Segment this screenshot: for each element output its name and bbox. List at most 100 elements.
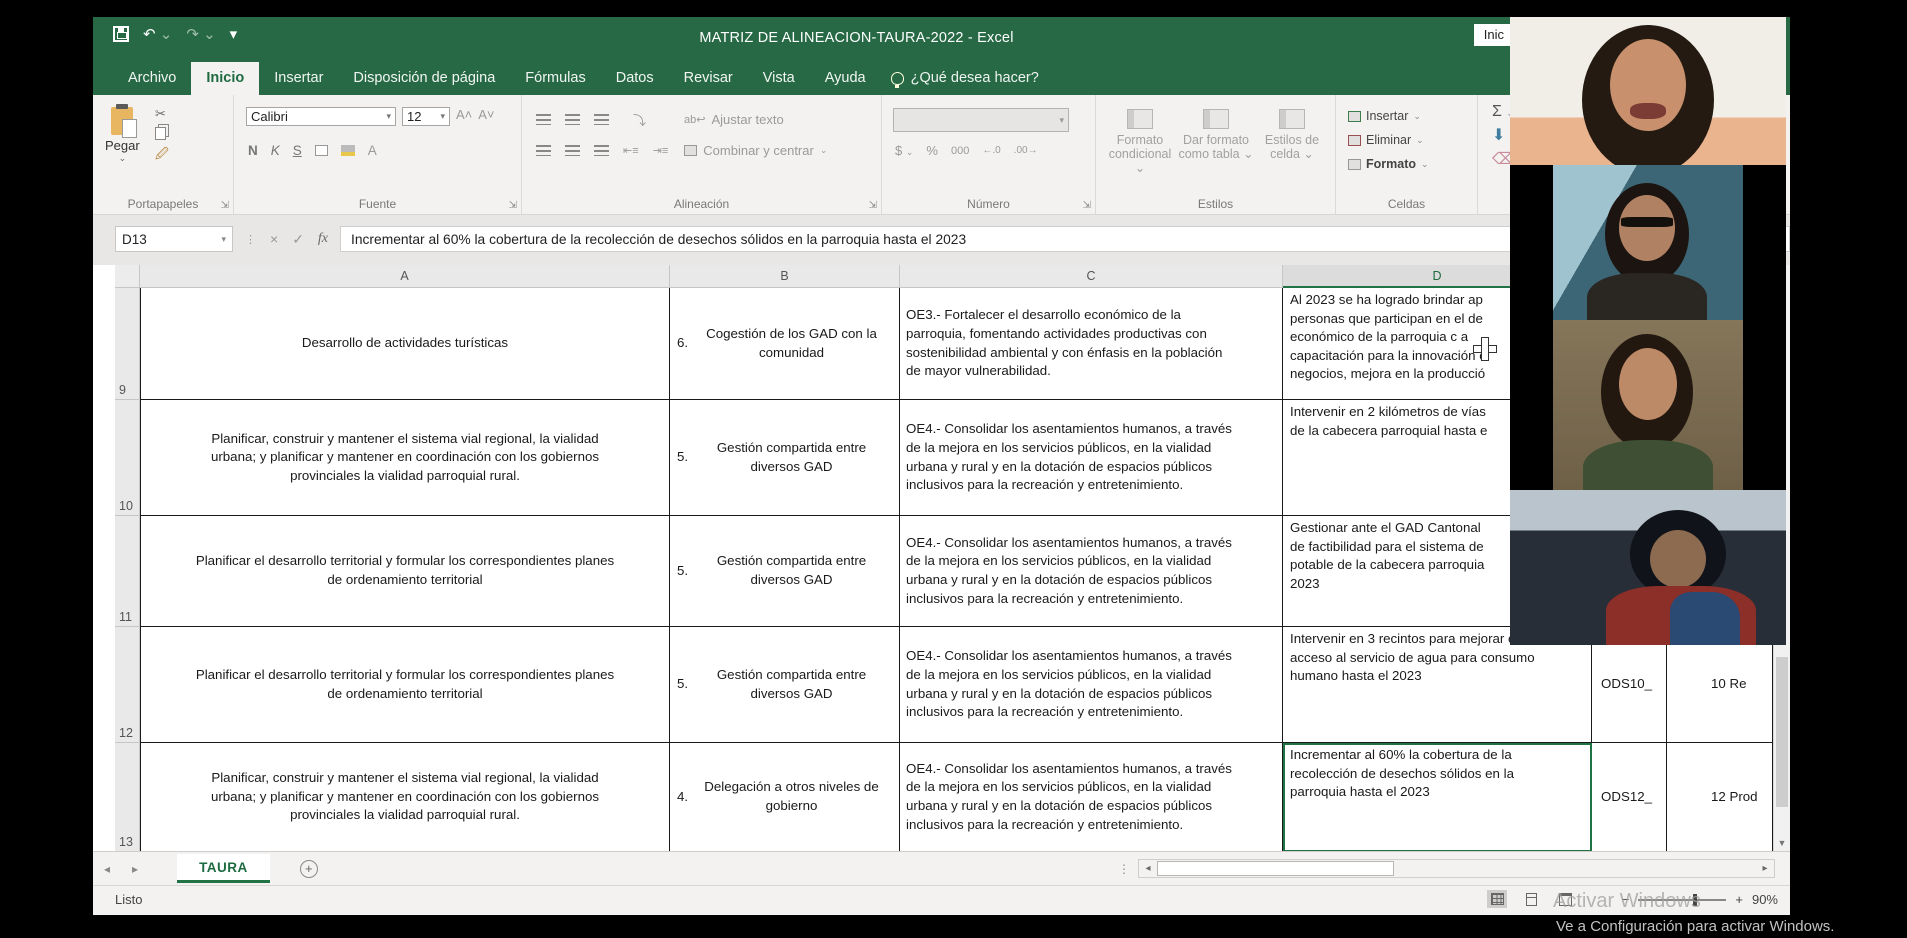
- percent-format-icon[interactable]: %: [926, 143, 938, 158]
- scroll-left-arrow[interactable]: ◂: [1140, 863, 1156, 874]
- number-dialog-launcher[interactable]: ⇲: [1083, 200, 1091, 211]
- conditional-formatting-button[interactable]: Formato condicional ⌄: [1102, 109, 1178, 175]
- namebox-splitter[interactable]: ⋮: [245, 233, 256, 246]
- cell-A10[interactable]: Planificar, construir y mantener el sist…: [140, 400, 670, 516]
- italic-button[interactable]: K: [271, 143, 280, 158]
- horizontal-scroll-thumb[interactable]: [1157, 861, 1394, 876]
- comma-format-icon[interactable]: 000: [951, 145, 969, 157]
- paste-button[interactable]: Pegar⌄: [105, 107, 140, 164]
- webcam-participant-1[interactable]: [1510, 17, 1786, 165]
- menu-tab-f-rmulas[interactable]: Fórmulas: [510, 62, 600, 95]
- cell-C10[interactable]: OE4.- Consolidar los asentamientos human…: [900, 400, 1283, 516]
- cell-E13[interactable]: ODS12_: [1592, 743, 1667, 852]
- merge-center-button[interactable]: Combinar y centrar ⌄: [684, 143, 827, 158]
- borders-icon[interactable]: [315, 145, 328, 156]
- zoom-level[interactable]: 90%: [1752, 892, 1778, 907]
- align-center-icon[interactable]: [565, 145, 580, 156]
- sheet-next-arrow[interactable]: ▸: [121, 862, 149, 876]
- underline-button[interactable]: S: [293, 143, 302, 158]
- tell-me-box[interactable]: ¿Qué desea hacer?: [881, 62, 1049, 95]
- menu-tab-datos[interactable]: Datos: [601, 62, 669, 95]
- row-header-13[interactable]: 13: [115, 743, 140, 852]
- cut-icon[interactable]: ✂: [155, 105, 169, 122]
- shrink-font-icon[interactable]: A˅: [478, 107, 494, 126]
- bold-button[interactable]: N: [248, 143, 258, 158]
- page-layout-view-button[interactable]: [1521, 890, 1541, 908]
- column-header-A[interactable]: A: [140, 265, 670, 288]
- new-sheet-button[interactable]: +: [300, 860, 318, 878]
- insert-function-icon[interactable]: fx: [318, 231, 328, 247]
- horizontal-scrollbar[interactable]: ◂ ▸: [1138, 859, 1775, 878]
- font-name-combo[interactable]: Calibri▾: [246, 107, 396, 126]
- sheet-tab-taura[interactable]: TAURA: [177, 854, 270, 883]
- menu-tab-revisar[interactable]: Revisar: [669, 62, 748, 95]
- cell-C13[interactable]: OE4.- Consolidar los asentamientos human…: [900, 743, 1283, 852]
- cell-A12[interactable]: Planificar el desarrollo territorial y f…: [140, 627, 670, 743]
- enter-icon[interactable]: ✓: [292, 231, 304, 248]
- row-header-12[interactable]: 12: [115, 627, 140, 743]
- cell-B9[interactable]: Cogestión de los GAD con la comunidad6.: [670, 288, 900, 400]
- cell-styles-button[interactable]: Estilos de celda ⌄: [1254, 109, 1330, 175]
- webcam-participant-2[interactable]: [1510, 165, 1786, 320]
- menu-tab-vista[interactable]: Vista: [748, 62, 810, 95]
- cell-A9[interactable]: Desarrollo de actividades turísticas: [140, 288, 670, 400]
- zoom-in-button[interactable]: +: [1735, 892, 1743, 907]
- sign-in-button[interactable]: Inic: [1474, 24, 1512, 46]
- row-header-10[interactable]: 10: [115, 400, 140, 516]
- insert-cells-button[interactable]: Insertar⌄: [1348, 107, 1429, 125]
- align-right-icon[interactable]: [594, 145, 609, 156]
- increase-indent-icon[interactable]: ⇥≡: [653, 144, 669, 157]
- font-size-combo[interactable]: 12▾: [402, 107, 450, 126]
- grow-font-icon[interactable]: A˄: [456, 107, 472, 126]
- font-dialog-launcher[interactable]: ⇲: [509, 200, 517, 211]
- webcam-participant-4[interactable]: [1510, 490, 1786, 645]
- copy-icon[interactable]: [155, 127, 166, 140]
- column-header-B[interactable]: B: [670, 265, 900, 288]
- cancel-icon[interactable]: ×: [270, 231, 278, 247]
- select-all-corner[interactable]: [115, 265, 140, 288]
- orientation-icon[interactable]: ⤵: [633, 110, 646, 129]
- scroll-right-arrow[interactable]: ▸: [1757, 863, 1773, 874]
- column-header-C[interactable]: C: [900, 265, 1283, 288]
- cell-A13[interactable]: Planificar, construir y mantener el sist…: [140, 743, 670, 852]
- format-as-table-button[interactable]: Dar formato como tabla ⌄: [1178, 109, 1254, 175]
- currency-format-icon[interactable]: $ ⌄: [895, 143, 913, 158]
- cell-C12[interactable]: OE4.- Consolidar los asentamientos human…: [900, 627, 1283, 743]
- align-bottom-icon[interactable]: [594, 114, 609, 125]
- alignment-dialog-launcher[interactable]: ⇲: [869, 200, 877, 211]
- menu-tab-inicio[interactable]: Inicio: [191, 62, 259, 95]
- vertical-scroll-thumb[interactable]: [1776, 657, 1788, 807]
- sheet-prev-arrow[interactable]: ◂: [93, 862, 121, 876]
- cell-B13[interactable]: Delegación a otros niveles de gobierno4.: [670, 743, 900, 852]
- number-format-combo[interactable]: ▾: [893, 108, 1069, 132]
- cell-B10[interactable]: Gestión compartida entre diversos GAD5.: [670, 400, 900, 516]
- format-cells-button[interactable]: Formato⌄: [1348, 155, 1429, 173]
- decrease-indent-icon[interactable]: ⇤≡: [623, 144, 639, 157]
- cell-B11[interactable]: Gestión compartida entre diversos GAD5.: [670, 516, 900, 627]
- cell-B12[interactable]: Gestión compartida entre diversos GAD5.: [670, 627, 900, 743]
- decrease-decimal-icon[interactable]: .00→: [1014, 145, 1038, 156]
- align-top-icon[interactable]: [536, 114, 551, 125]
- normal-view-button[interactable]: [1487, 890, 1507, 908]
- menu-tab-insertar[interactable]: Insertar: [259, 62, 338, 95]
- name-box[interactable]: D13▾: [115, 226, 233, 252]
- cell-A11[interactable]: Planificar el desarrollo territorial y f…: [140, 516, 670, 627]
- row-header-9[interactable]: 9: [115, 288, 140, 400]
- cell-C11[interactable]: OE4.- Consolidar los asentamientos human…: [900, 516, 1283, 627]
- wrap-text-button[interactable]: ab↩ Ajustar texto: [684, 112, 784, 127]
- cell-C9[interactable]: OE3.- Fortalecer el desarrollo económico…: [900, 288, 1283, 400]
- format-painter-icon[interactable]: 🖉: [155, 145, 169, 162]
- tab-splitter[interactable]: ⋮: [1118, 862, 1130, 876]
- menu-tab-ayuda[interactable]: Ayuda: [810, 62, 881, 95]
- scroll-down-arrow[interactable]: ▼: [1774, 835, 1790, 851]
- webcam-participant-3[interactable]: [1510, 320, 1786, 490]
- menu-tab-disposici-n-de-p-gina[interactable]: Disposición de página: [338, 62, 510, 95]
- menu-tab-archivo[interactable]: Archivo: [113, 62, 191, 95]
- clipboard-dialog-launcher[interactable]: ⇲: [221, 200, 229, 211]
- align-left-icon[interactable]: [536, 145, 551, 156]
- fill-color-icon[interactable]: [341, 145, 355, 156]
- align-middle-icon[interactable]: [565, 114, 580, 125]
- row-header-11[interactable]: 11: [115, 516, 140, 627]
- font-color-icon[interactable]: A: [368, 143, 377, 158]
- delete-cells-button[interactable]: Eliminar⌄: [1348, 131, 1429, 149]
